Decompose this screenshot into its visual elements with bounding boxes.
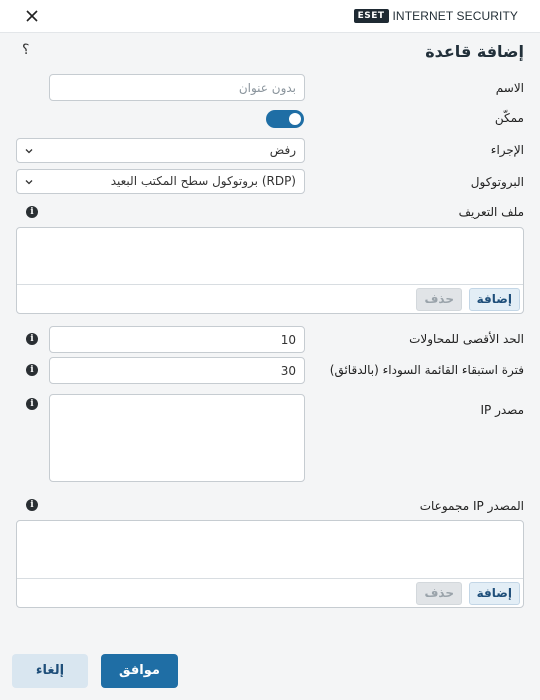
source-ip-groups-delete-button[interactable]: حذف [416,582,462,605]
protocol-label: البروتوكول [470,175,524,189]
name-label: الاسم [495,81,524,95]
brand: ESET INTERNET SECURITY [353,9,518,23]
blacklist-period-input[interactable] [49,357,305,384]
ok-button[interactable]: موافق [101,654,178,688]
enabled-label: ممكّن [494,111,524,125]
name-input[interactable] [49,74,305,101]
help-icon[interactable]: ؟ [22,42,29,58]
chevron-down-icon [25,180,33,185]
profile-list-area[interactable] [17,228,523,285]
title-bar: ESET INTERNET SECURITY [0,0,540,33]
source-ip-groups-label: مجموعات IP المصدر [419,499,524,513]
close-icon[interactable] [22,6,42,26]
chevron-down-icon [25,149,33,154]
source-ip-groups-toolbar: إضافة حذف [17,578,523,607]
protocol-value: بروتوكول سطح المكتب البعيد (RDP) [110,174,296,188]
info-icon[interactable]: i [26,206,38,218]
source-ip-groups-add-button[interactable]: إضافة [468,582,520,605]
max-attempts-input[interactable] [49,326,305,353]
source-ip-label: IP مصدر [480,403,524,417]
blacklist-period-label: فترة استبقاء القائمة السوداء (بالدقائق) [329,363,524,377]
source-ip-textarea[interactable] [49,394,305,482]
action-label: الإجراء [490,143,524,157]
eset-logo: ESET [353,9,389,23]
info-icon[interactable]: i [26,333,38,345]
dialog-title: إضافة قاعدة [425,42,524,61]
source-ip-groups-list[interactable]: إضافة حذف [16,520,524,608]
profile-add-button[interactable]: إضافة [468,288,520,311]
action-value: رفض [269,143,296,157]
action-select[interactable]: رفض [16,138,305,163]
product-name: INTERNET SECURITY [392,9,518,23]
source-ip-groups-list-area[interactable] [17,521,523,579]
profile-delete-button[interactable]: حذف [416,288,462,311]
info-icon[interactable]: i [26,364,38,376]
profile-list[interactable]: إضافة حذف [16,227,524,314]
toggle-knob [289,113,301,125]
protocol-select[interactable]: بروتوكول سطح المكتب البعيد (RDP) [16,169,305,194]
info-icon[interactable]: i [26,398,38,410]
profile-label: ملف التعريف [458,205,524,219]
max-attempts-label: الحد الأقصى للمحاولات [409,332,524,346]
cancel-button[interactable]: إلغاء [12,654,88,688]
profile-list-toolbar: إضافة حذف [17,284,523,313]
enabled-toggle[interactable] [266,110,304,128]
info-icon[interactable]: i [26,499,38,511]
